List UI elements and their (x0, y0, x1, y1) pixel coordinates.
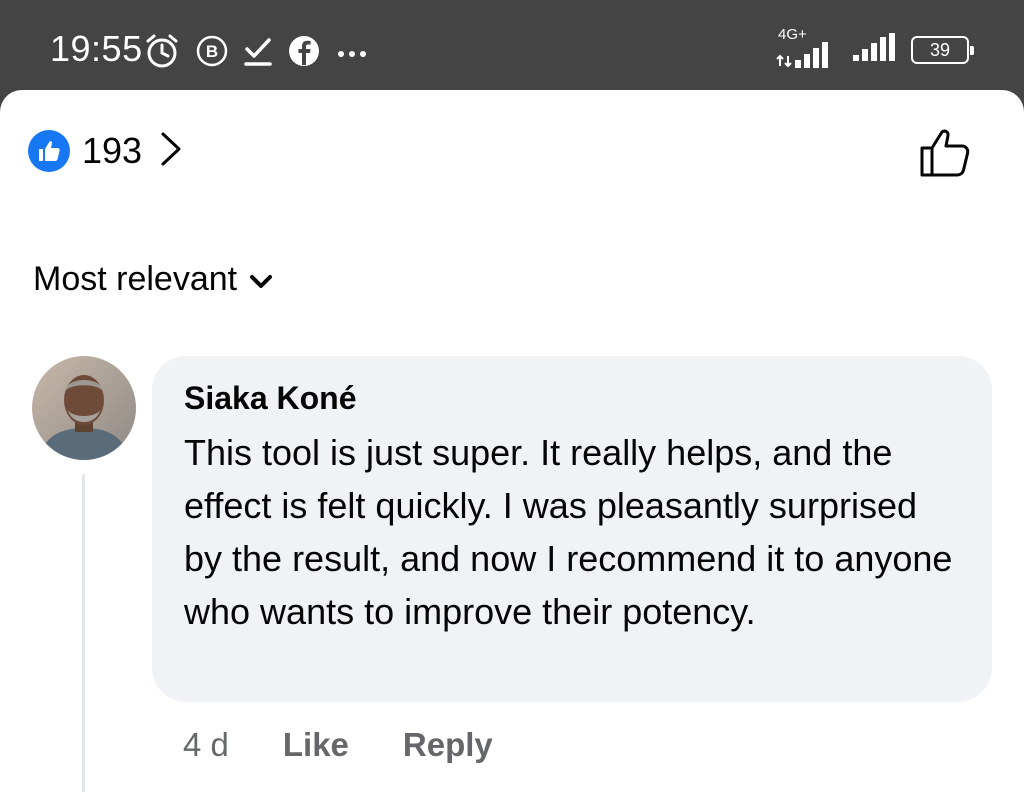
status-time: 19:55 (50, 28, 143, 69)
thread-line (82, 474, 85, 792)
battery-icon: 39 (911, 36, 974, 64)
battery-level: 39 (929, 39, 951, 60)
alarm-icon (143, 32, 181, 70)
reply-button[interactable]: Reply (403, 726, 493, 764)
status-bar: 19:55 B 4G+ 39 (0, 0, 1024, 92)
download-check-icon (243, 34, 273, 68)
avatar[interactable] (32, 356, 136, 460)
chevron-right-icon (160, 131, 182, 172)
like-icon (28, 130, 70, 172)
svg-text:B: B (206, 42, 218, 61)
signal-icon: 4G+ (775, 26, 837, 70)
comment-actions: 4 d Like Reply (183, 726, 493, 764)
comment-author[interactable]: Siaka Koné (184, 378, 960, 418)
sort-label: Most relevant (33, 260, 238, 298)
more-dots-icon (335, 34, 369, 68)
sort-dropdown[interactable]: Most relevant (33, 260, 273, 299)
b-badge-icon: B (195, 34, 229, 68)
status-notification-icons: B (143, 30, 369, 72)
like-button[interactable]: Like (283, 726, 349, 764)
signal-icon-2 (851, 32, 897, 68)
status-system-icons: 4G+ 39 (775, 26, 974, 70)
chevron-down-icon (249, 260, 273, 299)
like-outline-icon[interactable] (918, 126, 972, 185)
comments-sheet: 193 Most relevant Siaka Koné This tool i… (0, 90, 1024, 792)
comment-timestamp: 4 d (183, 726, 229, 763)
facebook-icon (287, 34, 321, 68)
comment-bubble: Siaka Koné This tool is just super. It r… (152, 356, 992, 702)
reaction-count: 193 (82, 130, 143, 171)
comment-text: This tool is just super. It really helps… (184, 432, 953, 632)
reactions-summary[interactable]: 193 (28, 130, 182, 172)
